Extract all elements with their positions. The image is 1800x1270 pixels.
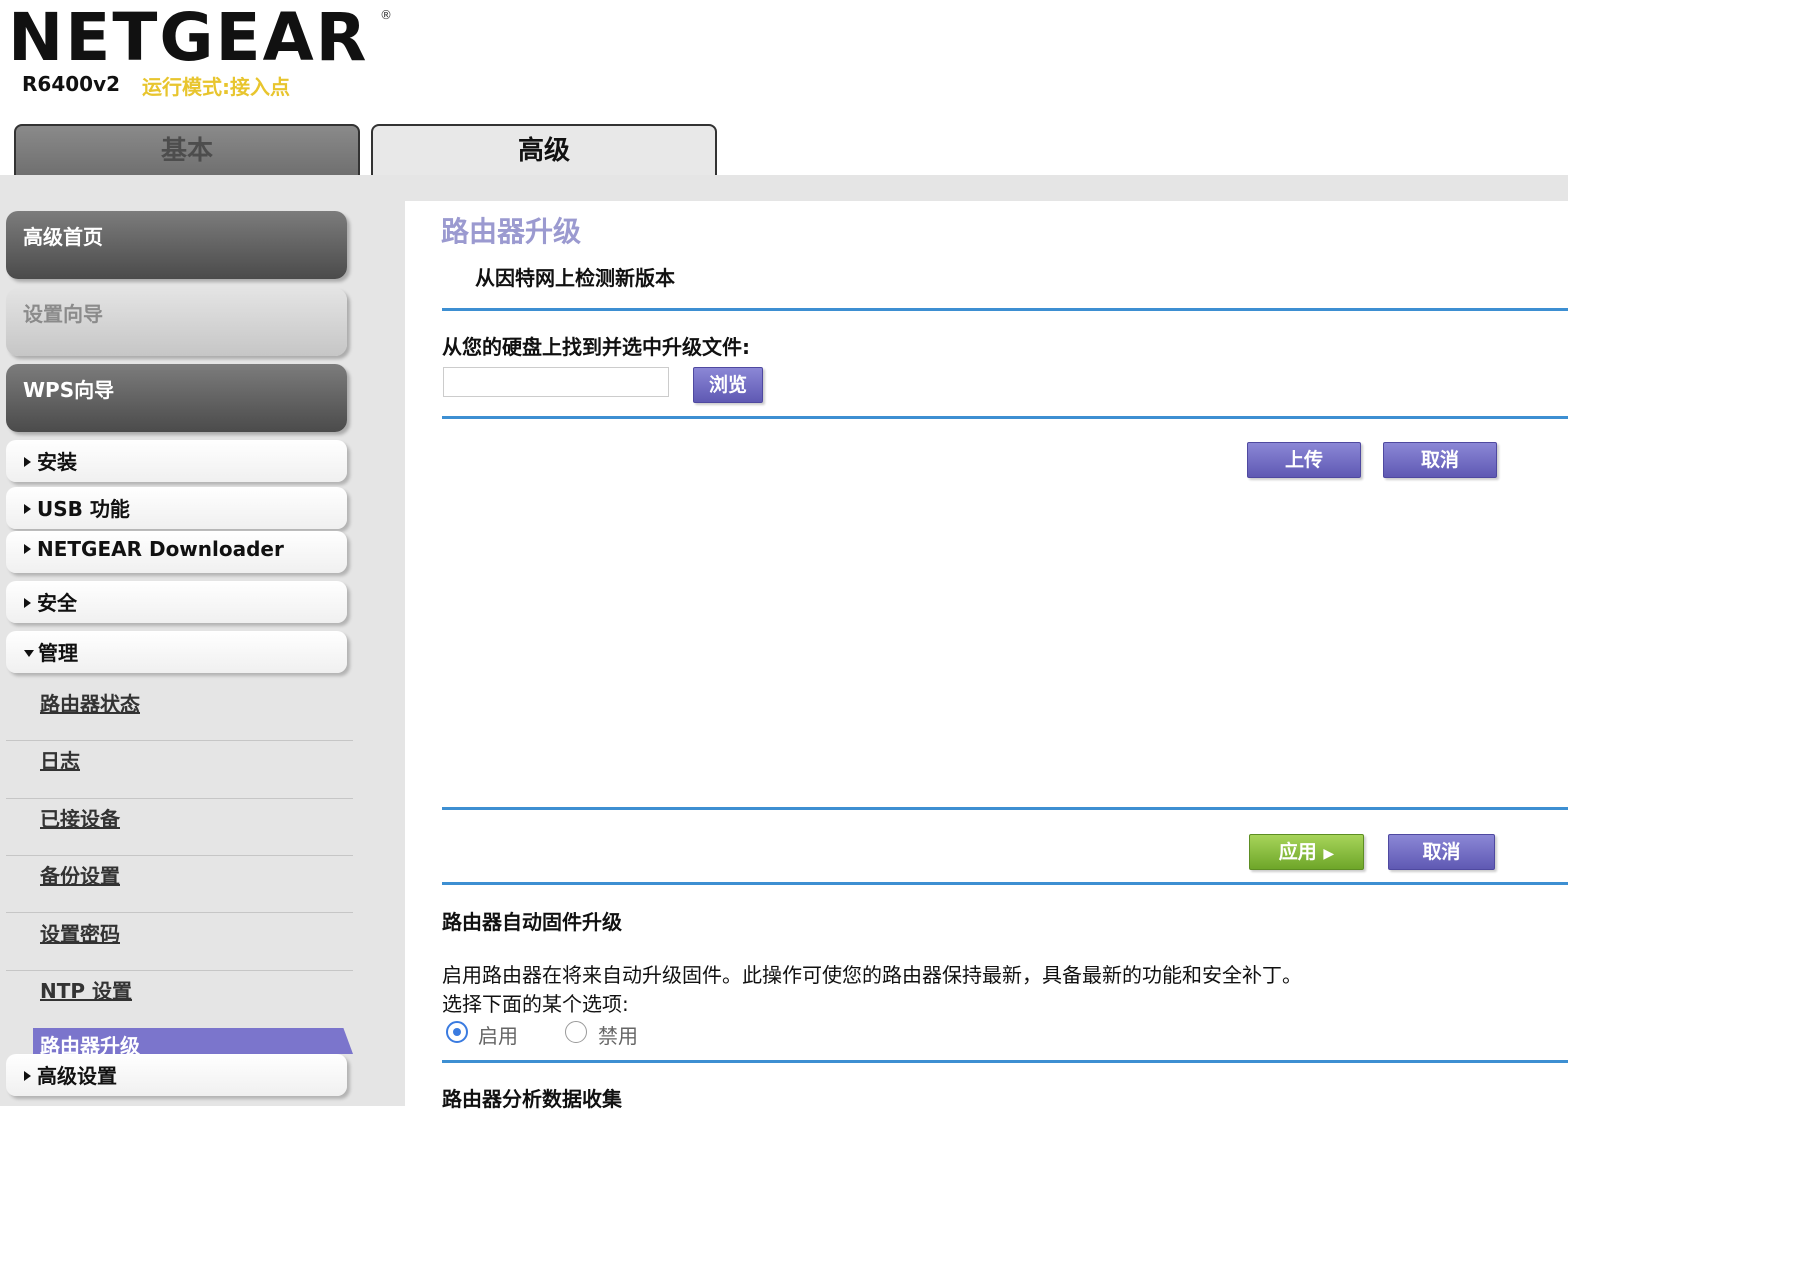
tab-band (0, 175, 1568, 201)
apply-button[interactable]: 应用 ▶ (1249, 834, 1364, 870)
expand-arrow-icon (24, 544, 31, 554)
expand-arrow-icon (24, 504, 31, 514)
analytics-heading: 路由器分析数据收集 (442, 1087, 622, 1111)
divider (6, 855, 353, 856)
enable-radio-label: 启用 (478, 1024, 518, 1048)
menu-label: USB 功能 (37, 497, 130, 521)
wps-wizard-button[interactable]: WPS向导 (6, 364, 347, 432)
sidebar-item-attached-devices[interactable]: 已接设备 (40, 803, 120, 832)
divider (442, 807, 1568, 810)
auto-upgrade-heading: 路由器自动固件升级 (442, 910, 622, 934)
enable-radio[interactable] (446, 1021, 468, 1043)
divider (6, 970, 353, 971)
divider (442, 882, 1568, 885)
play-arrow-icon: ▶ (1323, 846, 1335, 862)
cancel-button[interactable]: 取消 (1388, 834, 1495, 870)
tab-basic[interactable]: 基本 (14, 124, 360, 178)
sidebar-item-set-password[interactable]: 设置密码 (40, 918, 120, 947)
setup-wizard-button[interactable]: 设置向导 (6, 288, 347, 356)
menu-advanced-setup[interactable]: 高级设置 (6, 1054, 347, 1096)
expand-arrow-icon (24, 457, 31, 467)
cancel-upload-button[interactable]: 取消 (1383, 442, 1497, 478)
collapse-arrow-icon (24, 650, 34, 657)
menu-downloader[interactable]: NETGEAR Downloader (6, 531, 347, 573)
expand-arrow-icon (24, 598, 31, 608)
file-select-label: 从您的硬盘上找到并选中升级文件: (442, 335, 750, 359)
divider (442, 416, 1568, 419)
auto-upgrade-description: 启用路由器在将来自动升级固件。此操作可使您的路由器保持最新，具备最新的功能和安全… (442, 963, 1302, 987)
disable-radio-label: 禁用 (598, 1024, 638, 1048)
advanced-home-button[interactable]: 高级首页 (6, 211, 347, 279)
divider (442, 1060, 1568, 1063)
divider (6, 912, 353, 913)
browse-button[interactable]: 浏览 (693, 367, 763, 403)
menu-setup[interactable]: 安装 (6, 440, 347, 482)
select-prompt: 选择下面的某个选项: (442, 992, 629, 1016)
operation-mode: 运行模式:接入点 (142, 75, 290, 99)
netgear-logo: NETGEAR (8, 0, 369, 76)
apply-label: 应用 (1278, 841, 1317, 863)
divider (442, 308, 1568, 311)
menu-usb[interactable]: USB 功能 (6, 487, 347, 529)
menu-label: 高级设置 (37, 1064, 117, 1088)
tab-advanced[interactable]: 高级 (371, 124, 717, 178)
page-title: 路由器升级 (441, 215, 582, 248)
divider (6, 798, 353, 799)
divider (6, 740, 353, 741)
sidebar-item-ntp-settings[interactable]: NTP 设置 (40, 975, 132, 1004)
menu-security[interactable]: 安全 (6, 581, 347, 623)
expand-arrow-icon (24, 1071, 31, 1081)
menu-label: NETGEAR Downloader (37, 537, 284, 561)
menu-label: 安装 (37, 450, 77, 474)
firmware-file-input[interactable] (443, 367, 669, 397)
menu-label: 安全 (37, 591, 77, 615)
sidebar-item-logs[interactable]: 日志 (40, 745, 80, 774)
upload-button[interactable]: 上传 (1247, 442, 1361, 478)
disable-radio[interactable] (565, 1021, 587, 1043)
menu-administration[interactable]: 管理 (6, 631, 347, 673)
sidebar-item-backup-settings[interactable]: 备份设置 (40, 860, 120, 889)
check-online-button[interactable]: 从因特网上检测新版本 (475, 262, 675, 291)
menu-label: 管理 (38, 641, 78, 665)
registered-mark: ® (380, 8, 392, 22)
sidebar-item-router-status[interactable]: 路由器状态 (40, 688, 140, 717)
model-name: R6400v2 (22, 72, 121, 96)
